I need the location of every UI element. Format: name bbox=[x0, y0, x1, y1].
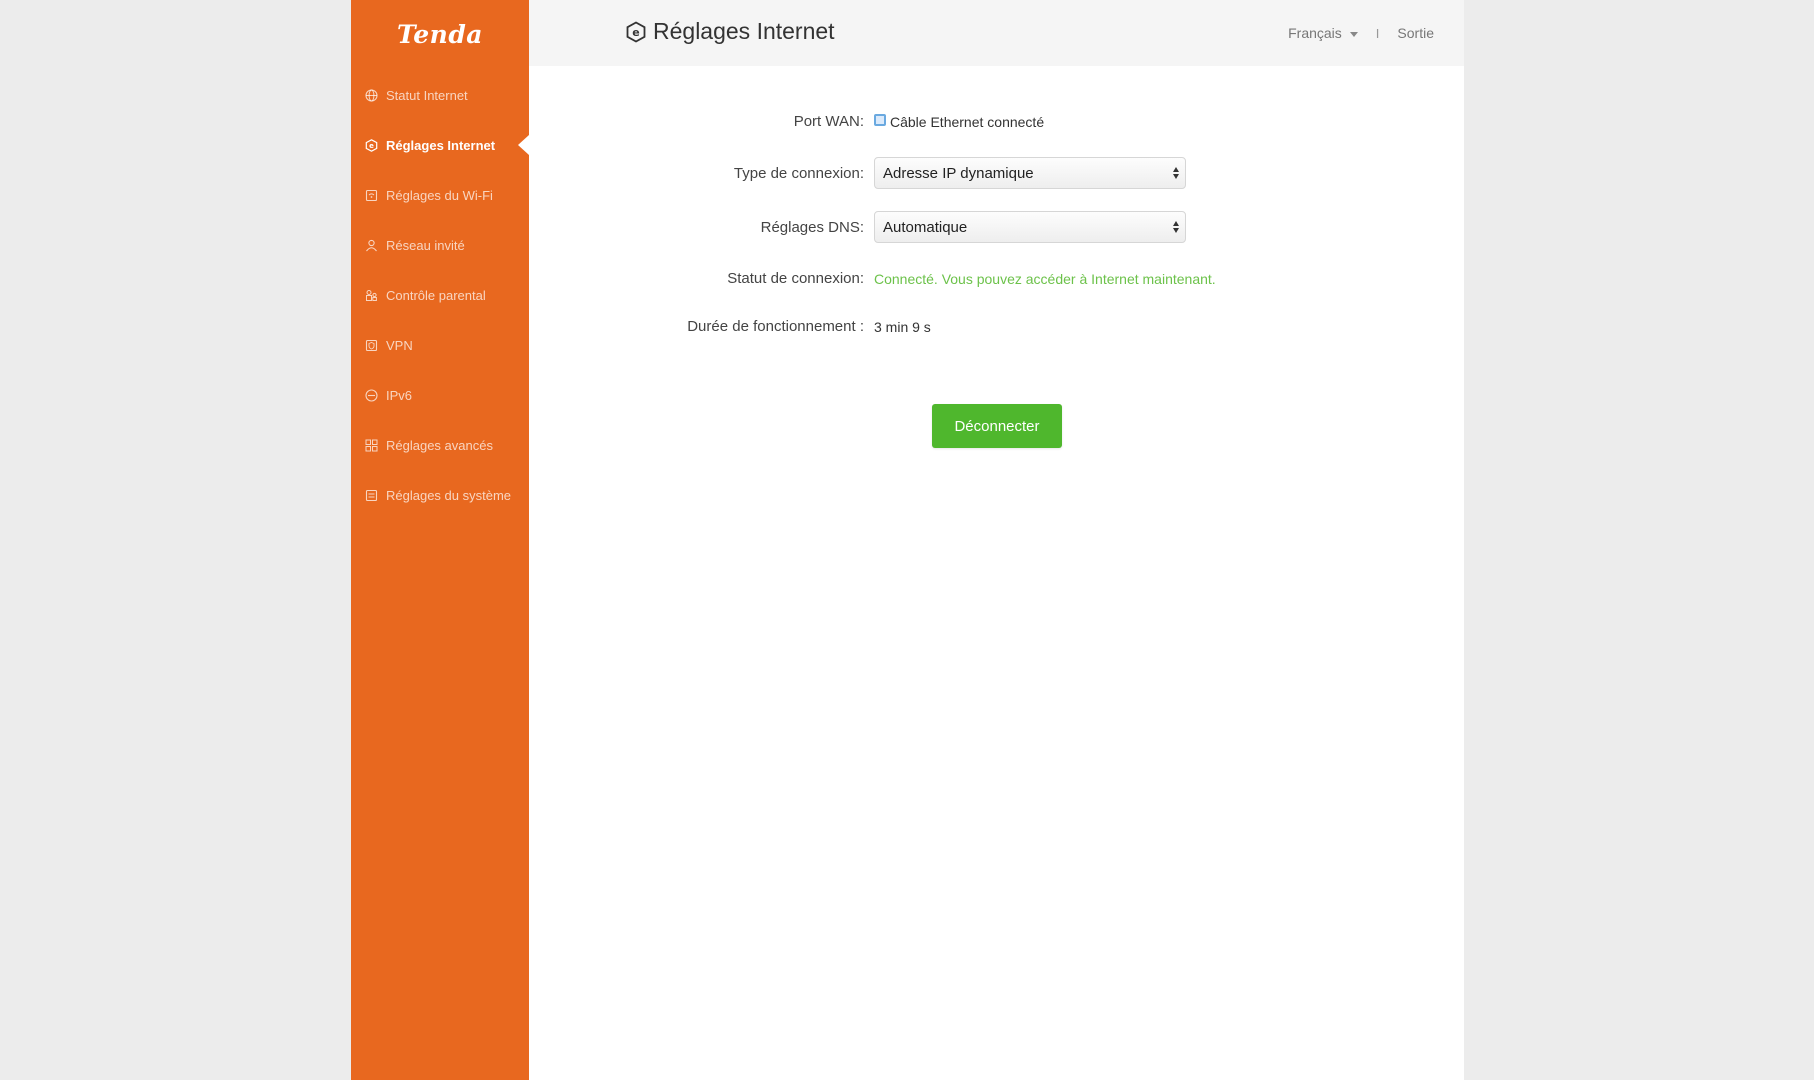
svg-text:e: e bbox=[369, 142, 374, 150]
connection-type-select[interactable]: Adresse IP dynamique bbox=[874, 157, 1186, 189]
language-label: Français bbox=[1288, 25, 1342, 41]
page-title-text: Réglages Internet bbox=[653, 18, 835, 44]
connection-status-value: Connecté. Vous pouvez accéder à Internet… bbox=[874, 270, 1216, 287]
sidebar-item-label: Réglages Internet bbox=[386, 137, 496, 153]
connection-status-label: Statut de connexion: bbox=[727, 270, 864, 287]
wifi-icon bbox=[365, 189, 378, 202]
uptime-row: Durée de fonctionnement : 3 min 9 s bbox=[529, 318, 1464, 335]
sidebar-item-label: VPN bbox=[386, 337, 413, 353]
wan-port-label: Port WAN: bbox=[793, 113, 864, 130]
language-selector[interactable]: Français bbox=[1288, 25, 1358, 41]
sidebar-item-vpn[interactable]: VPN bbox=[351, 320, 529, 370]
sidebar-item-label: Réseau invité bbox=[386, 237, 465, 253]
sidebar-item-reglages-internet[interactable]: e Réglages Internet bbox=[351, 120, 529, 170]
header-separator: I bbox=[1375, 25, 1380, 41]
chevron-down-icon bbox=[1349, 31, 1358, 37]
wan-port-value: Câble Ethernet connecté bbox=[874, 113, 1045, 130]
sidebar-item-reglages-wifi[interactable]: Réglages du Wi-Fi bbox=[351, 170, 529, 220]
connection-type-selected: Adresse IP dynamique bbox=[883, 164, 1034, 182]
sidebar-item-reglages-systeme[interactable]: Réglages du système bbox=[351, 470, 529, 520]
sidebar-item-controle-parental[interactable]: Contrôle parental bbox=[351, 270, 529, 320]
dns-label: Réglages DNS: bbox=[760, 218, 864, 236]
sidebar-item-label: Réglages avancés bbox=[386, 437, 493, 453]
sidebar-nav: Statut Internet e Réglages Internet Régl… bbox=[351, 70, 529, 520]
connection-type-field-wrap: Adresse IP dynamique bbox=[874, 157, 1186, 189]
sidebar-item-label: Statut Internet bbox=[386, 87, 468, 103]
wan-port-status-text: Câble Ethernet connecté bbox=[890, 113, 1045, 130]
page-title: e Réglages Internet bbox=[625, 18, 835, 45]
connection-type-row: Type de connexion: Adresse IP dynamique bbox=[529, 157, 1464, 189]
uptime-label: Durée de fonctionnement : bbox=[687, 318, 864, 335]
ethernet-port-icon bbox=[874, 113, 886, 126]
sidebar-item-label: Contrôle parental bbox=[386, 287, 486, 303]
svg-text:e: e bbox=[632, 26, 639, 39]
sidebar-item-label: Réglages du système bbox=[386, 487, 512, 503]
dns-row: Réglages DNS: Automatique bbox=[529, 211, 1464, 243]
disconnect-button[interactable]: Déconnecter bbox=[932, 404, 1062, 448]
vpn-shield-icon bbox=[365, 339, 378, 352]
uptime-wrap: 3 min 9 s bbox=[874, 319, 931, 335]
dns-field-wrap: Automatique bbox=[874, 211, 1186, 243]
globe-icon bbox=[365, 88, 378, 102]
select-arrows-icon bbox=[1173, 220, 1179, 234]
settings-e-icon: e bbox=[625, 20, 647, 43]
sidebar-item-statut-internet[interactable]: Statut Internet bbox=[351, 70, 529, 120]
sidebar-item-ipv6[interactable]: IPv6 bbox=[351, 370, 529, 420]
tenda-logo: Tenda bbox=[397, 20, 483, 49]
dns-selected: Automatique bbox=[883, 218, 968, 236]
header: e Réglages Internet Français I Sortie bbox=[529, 0, 1464, 66]
select-arrows-icon bbox=[1173, 166, 1179, 180]
uptime-value: 3 min 9 s bbox=[874, 318, 931, 335]
sidebar-item-label: Réglages du Wi-Fi bbox=[386, 187, 493, 203]
ipv6-icon bbox=[365, 388, 378, 402]
guest-user-icon bbox=[365, 239, 378, 252]
grid-icon bbox=[365, 439, 378, 452]
sidebar: Tenda Statut Internet e Réglages Interne… bbox=[351, 0, 529, 1080]
router-admin-page: Tenda Statut Internet e Réglages Interne… bbox=[351, 0, 1464, 1080]
sidebar-item-reseau-invite[interactable]: Réseau invité bbox=[351, 220, 529, 270]
logout-link[interactable]: Sortie bbox=[1397, 25, 1434, 41]
wan-port-row: Port WAN: Câble Ethernet connecté bbox=[529, 113, 1464, 130]
connection-status-row: Statut de connexion: Connecté. Vous pouv… bbox=[529, 270, 1464, 287]
settings-e-icon: e bbox=[365, 138, 378, 152]
header-actions: Français I Sortie bbox=[1288, 25, 1434, 41]
sidebar-item-reglages-avances[interactable]: Réglages avancés bbox=[351, 420, 529, 470]
system-icon bbox=[365, 489, 378, 502]
parental-control-icon bbox=[365, 289, 378, 302]
connection-status-wrap: Connecté. Vous pouvez accéder à Internet… bbox=[874, 271, 1216, 287]
dns-select[interactable]: Automatique bbox=[874, 211, 1186, 243]
sidebar-item-label: IPv6 bbox=[386, 387, 413, 403]
connection-type-label: Type de connexion: bbox=[733, 164, 864, 182]
